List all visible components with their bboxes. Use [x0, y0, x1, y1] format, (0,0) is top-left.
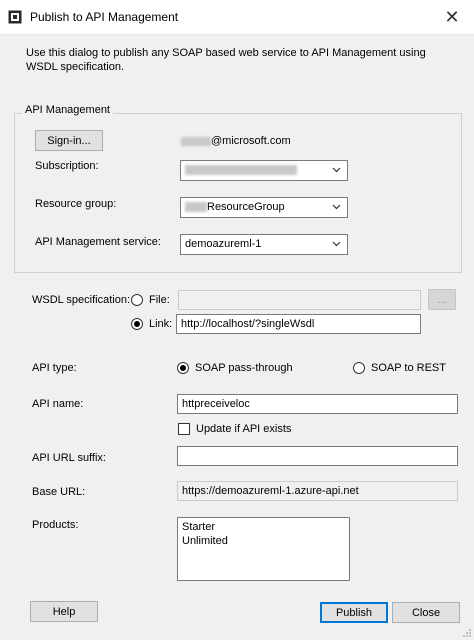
wsdl-link-label: Link: — [149, 318, 173, 330]
soap-to-rest-radio[interactable] — [353, 362, 365, 374]
update-if-exists-label: Update if API exists — [196, 423, 292, 435]
publish-button[interactable]: Publish — [320, 602, 388, 623]
api-url-suffix-input[interactable] — [177, 446, 458, 466]
wsdl-specification-label: WSDL specification: — [32, 294, 131, 306]
chevron-down-icon — [332, 204, 341, 210]
update-if-exists-checkbox[interactable] — [178, 423, 190, 435]
api-name-label: API name: — [32, 398, 84, 410]
subscription-select[interactable] — [180, 160, 348, 181]
signed-in-account: @microsoft.com — [181, 135, 291, 147]
resize-grip-icon[interactable] — [462, 628, 472, 638]
api-url-suffix-label: API URL suffix: — [32, 452, 106, 464]
soap-to-rest-label: SOAP to REST — [371, 362, 446, 374]
api-management-service-select[interactable]: demoazureml-1 — [180, 234, 348, 255]
base-url-label: Base URL: — [32, 486, 86, 498]
redacted-resource-prefix — [185, 202, 207, 213]
wsdl-file-label: File: — [149, 294, 170, 306]
wsdl-link-radio[interactable] — [131, 318, 143, 330]
api-management-group-legend: API Management — [22, 104, 113, 116]
resource-group-select[interactable]: ResourceGroup — [180, 197, 348, 218]
help-button[interactable]: Help — [30, 601, 98, 622]
wsdl-link-input[interactable]: http://localhost/?singleWsdl — [176, 314, 421, 334]
products-label: Products: — [32, 519, 79, 531]
wsdl-file-radio[interactable] — [131, 294, 143, 306]
api-type-label: API type: — [32, 362, 77, 374]
api-name-input[interactable]: httpreceiveloc — [177, 394, 458, 414]
subscription-label: Subscription: — [35, 160, 99, 172]
close-button[interactable]: Close — [392, 602, 460, 623]
list-item[interactable]: Unlimited — [182, 534, 345, 548]
signin-button[interactable]: Sign-in... — [35, 130, 103, 151]
close-icon[interactable]: ✕ — [438, 4, 466, 30]
resource-group-label: Resource group: — [35, 198, 117, 210]
browse-file-button[interactable]: ... — [428, 289, 456, 310]
soap-passthrough-label: SOAP pass-through — [195, 362, 293, 374]
wsdl-file-input[interactable] — [178, 290, 421, 310]
soap-passthrough-radio[interactable] — [177, 362, 189, 374]
chevron-down-icon — [332, 241, 341, 247]
account-domain: @microsoft.com — [211, 135, 291, 147]
api-management-service-label: API Management service: — [35, 236, 161, 248]
redacted-subscription — [185, 165, 297, 176]
api-management-app-icon — [8, 10, 22, 24]
redacted-username — [181, 136, 211, 146]
list-item[interactable]: Starter — [182, 520, 345, 534]
products-listbox[interactable]: Starter Unlimited — [177, 517, 350, 581]
resource-group-value: ResourceGroup — [207, 201, 285, 213]
api-management-service-value: demoazureml-1 — [185, 238, 262, 250]
base-url-value: https://demoazureml-1.azure-api.net — [177, 481, 458, 501]
dialog-description: Use this dialog to publish any SOAP base… — [26, 47, 426, 73]
window-title: Publish to API Management — [30, 10, 179, 24]
chevron-down-icon — [332, 167, 341, 173]
